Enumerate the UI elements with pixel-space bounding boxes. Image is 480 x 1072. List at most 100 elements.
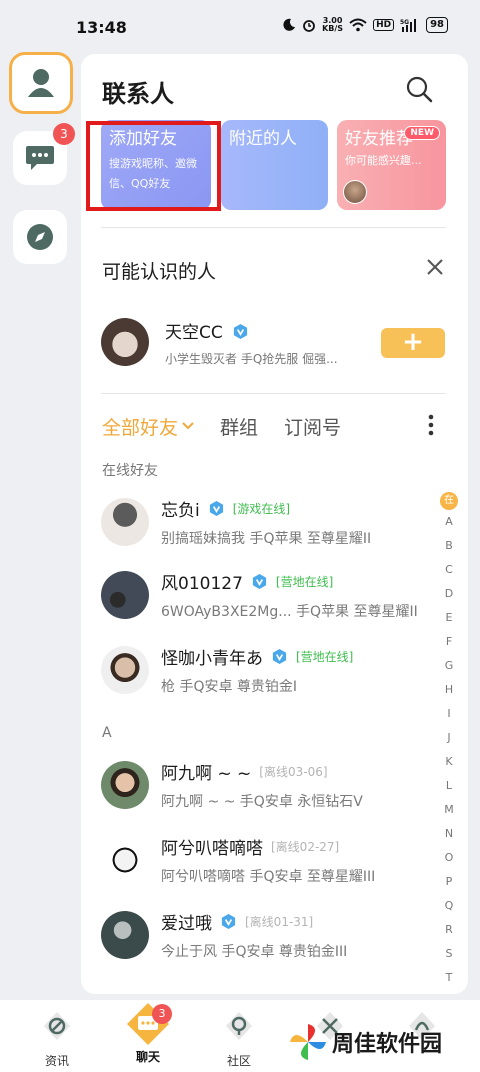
divider xyxy=(101,393,446,394)
alpha-index-letter[interactable]: P xyxy=(440,870,458,894)
alpha-index-letter[interactable]: L xyxy=(440,774,458,798)
vip-diamond-icon xyxy=(221,913,236,930)
person-icon xyxy=(28,69,54,97)
alpha-index-letter[interactable]: D xyxy=(440,582,458,606)
recommend-avatar xyxy=(343,180,367,204)
battery-indicator: 98 xyxy=(426,17,448,33)
group-label-a: A xyxy=(102,725,112,741)
tab-all-friends[interactable]: 全部好友 xyxy=(102,413,194,440)
network-speed: 3.00 KB/S xyxy=(322,17,343,33)
alpha-index-letter[interactable]: G xyxy=(440,654,458,678)
friend-name-line: 阿九啊 ~ ~ [离线03-06] xyxy=(161,759,328,784)
friend-avatar xyxy=(101,911,149,959)
alpha-index-online[interactable]: 在 xyxy=(440,492,458,510)
alpha-index-letter[interactable]: M xyxy=(440,798,458,822)
suggest-section-title: 可能认识的人 xyxy=(102,261,217,283)
rail-discover-button[interactable] xyxy=(13,210,67,264)
friend-name-line: 忘负i [游戏在线] xyxy=(161,496,290,521)
friend-row[interactable]: 阿九啊 ~ ~ [离线03-06] 阿九啊 ~ ~ 手Q安卓 永恒钻石V xyxy=(101,757,451,817)
alpha-index-letter[interactable]: T xyxy=(440,966,458,990)
friend-avatar xyxy=(101,761,149,809)
suggest-name-line: 天空CC xyxy=(165,318,249,343)
alphabet-index[interactable]: 在 A B C D E F G H I J K L M N O P Q R S … xyxy=(440,492,458,990)
friend-detail: 别搞瑶妹搞我 手Q苹果 至尊星耀II xyxy=(161,531,372,547)
friend-avatar xyxy=(101,646,149,694)
moon-icon xyxy=(283,18,296,31)
nearby-people-tile[interactable]: 附近的人 xyxy=(221,120,328,210)
suggest-description: 小学生毁灭者 手Q抢先服 倔强... xyxy=(165,352,338,366)
signal-icon: 5G xyxy=(400,19,417,32)
friend-detail: 6WOAyB3XE2Mg... 手Q苹果 至尊星耀II xyxy=(161,604,418,620)
tab-groups[interactable]: 群组 xyxy=(220,413,258,440)
status-time: 13:48 xyxy=(76,18,127,37)
friend-name: 爱过哦 xyxy=(161,914,212,934)
nav-chat[interactable]: 3 聊天 xyxy=(118,1003,178,1065)
suggest-avatar[interactable] xyxy=(101,318,149,366)
community-icon xyxy=(226,1012,252,1040)
alpha-index-letter[interactable]: R xyxy=(440,918,458,942)
new-badge: NEW xyxy=(404,126,440,140)
more-options-button[interactable] xyxy=(428,414,434,436)
status-tag: [游戏在线] xyxy=(232,502,291,516)
news-icon xyxy=(44,1012,70,1040)
friend-name-line: 怪咖小青年あ [营地在线] xyxy=(161,644,353,669)
vip-diamond-icon xyxy=(209,500,223,517)
messages-badge: 3 xyxy=(53,123,75,145)
friend-recommend-tile[interactable]: 好友推荐 你可能感兴趣... NEW xyxy=(337,120,446,210)
tab-subscriptions[interactable]: 订阅号 xyxy=(284,413,341,440)
suggest-name: 天空CC xyxy=(165,323,223,343)
friend-recommend-subtitle: 你可能感兴趣... xyxy=(345,154,422,167)
tab-all-friends-label: 全部好友 xyxy=(102,416,179,439)
nearby-people-title: 附近的人 xyxy=(229,129,297,149)
alpha-index-letter[interactable]: C xyxy=(440,558,458,582)
rail-contacts-button[interactable] xyxy=(9,52,73,114)
alpha-index-letter[interactable]: A xyxy=(440,510,458,534)
alpha-index-letter[interactable]: I xyxy=(440,702,458,726)
more-vertical-icon xyxy=(428,414,434,436)
rail-messages-button[interactable]: 3 xyxy=(13,123,75,185)
close-suggest-button[interactable] xyxy=(426,258,444,276)
group-label-online: 在线好友 xyxy=(102,463,158,479)
alpha-index-letter[interactable]: S xyxy=(440,942,458,966)
friend-row[interactable]: 阿兮叭嗒嘀嗒 [离线02-27] 阿兮叭嗒嘀嗒 手Q安卓 至尊星耀III xyxy=(101,832,451,892)
contacts-panel: 联系人 添加好友 搜游戏昵称、邀微信、QQ好友 附近的人 好友推荐 你可能感兴趣… xyxy=(81,54,468,994)
alpha-index-letter[interactable]: O xyxy=(440,846,458,870)
friend-avatar xyxy=(101,836,149,884)
friend-detail: 今止于风 手Q安卓 尊贵铂金III xyxy=(161,944,348,960)
speed-unit: KB/S xyxy=(322,24,344,33)
nav-community-label: 社区 xyxy=(226,1054,251,1068)
friend-detail: 枪 手Q安卓 尊贵铂金I xyxy=(161,679,298,695)
vip-diamond-icon xyxy=(252,573,267,590)
friend-name: 怪咖小青年あ xyxy=(161,649,263,669)
add-suggest-button[interactable]: + xyxy=(381,328,445,358)
alpha-index-letter[interactable]: H xyxy=(440,678,458,702)
search-icon xyxy=(406,76,433,103)
highlight-annotation xyxy=(86,121,221,211)
alpha-index-letter[interactable]: K xyxy=(440,750,458,774)
friend-name: 忘负i xyxy=(161,501,200,521)
search-button[interactable] xyxy=(404,74,434,104)
nav-community[interactable]: 社区 xyxy=(209,1010,269,1069)
vip-diamond-icon xyxy=(234,323,248,340)
alpha-index-letter[interactable]: E xyxy=(440,606,458,630)
status-tag: [离线03-06] xyxy=(259,765,328,779)
friend-row[interactable]: 忘负i [游戏在线] 别搞瑶妹搞我 手Q苹果 至尊星耀II xyxy=(101,494,451,554)
nav-news[interactable]: 资讯 xyxy=(27,1010,87,1069)
compass-icon xyxy=(27,224,53,250)
alpha-index-letter[interactable]: J xyxy=(440,726,458,750)
alpha-index-letter[interactable]: Q xyxy=(440,894,458,918)
status-tag: [营地在线] xyxy=(275,575,334,589)
friend-row[interactable]: 怪咖小青年あ [营地在线] 枪 手Q安卓 尊贵铂金I xyxy=(101,642,451,702)
alpha-index-letter[interactable]: N xyxy=(440,822,458,846)
friend-name-line: 阿兮叭嗒嘀嗒 [离线02-27] xyxy=(161,834,339,859)
friend-row[interactable]: 风010127 [营地在线] 6WOAyB3XE2Mg... 手Q苹果 至尊星耀… xyxy=(101,567,451,627)
alpha-index-letter[interactable]: B xyxy=(440,534,458,558)
friend-row[interactable]: 爱过哦 [离线01-31] 今止于风 手Q安卓 尊贵铂金III xyxy=(101,907,451,967)
friend-name-line: 爱过哦 [离线01-31] xyxy=(161,909,313,934)
status-tag: [离线01-31] xyxy=(245,915,314,929)
friend-avatar xyxy=(101,571,149,619)
wifi-icon xyxy=(349,18,367,32)
friend-name-line: 风010127 [营地在线] xyxy=(161,569,333,594)
chevron-down-icon xyxy=(182,422,194,430)
alpha-index-letter[interactable]: F xyxy=(440,630,458,654)
